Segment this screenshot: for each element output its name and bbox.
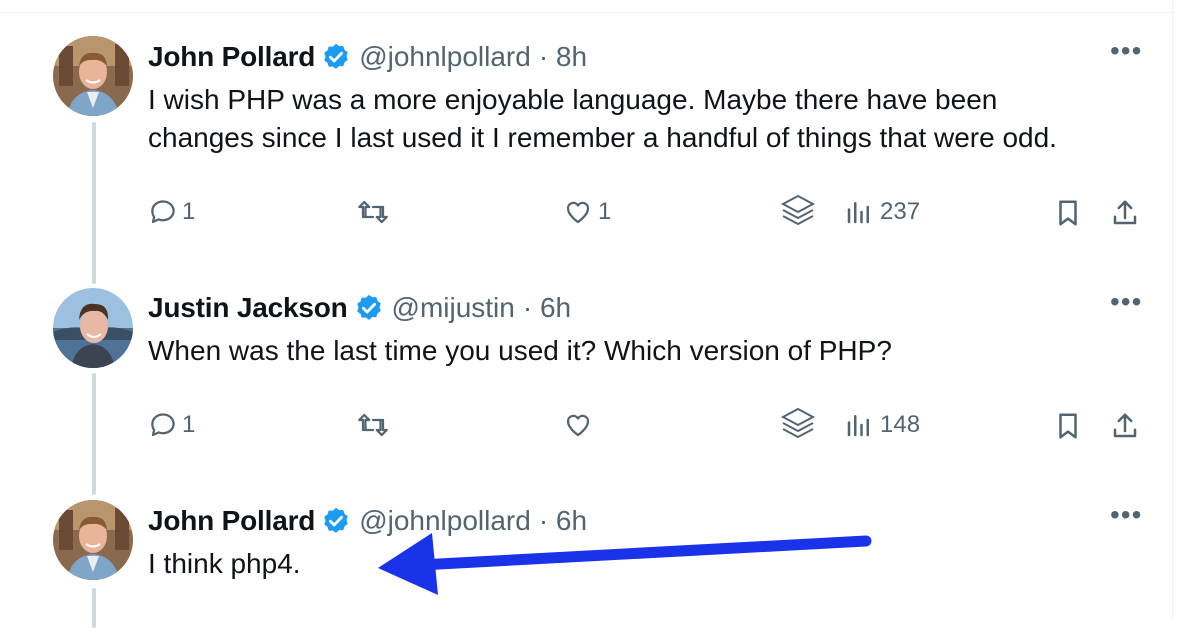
annotation-arrow [378, 533, 872, 595]
